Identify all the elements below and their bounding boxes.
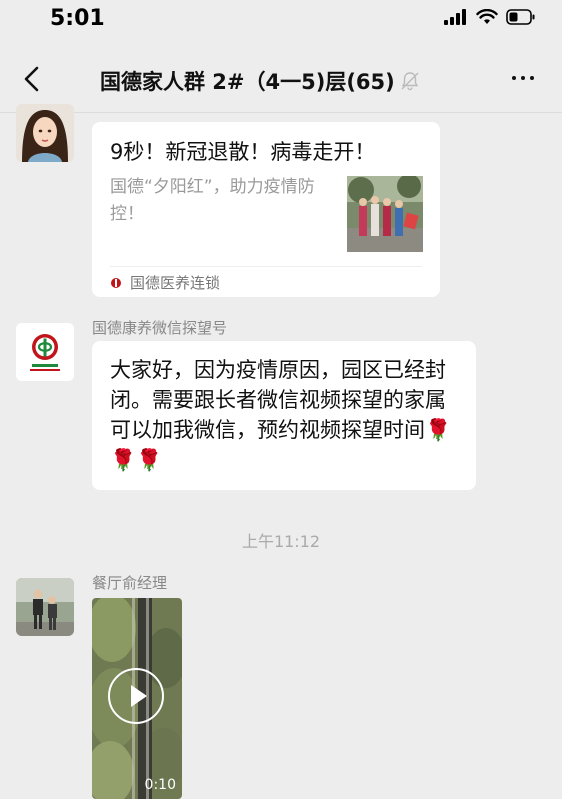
- back-arrow-icon[interactable]: [18, 64, 46, 94]
- battery-icon: [506, 9, 535, 25]
- avatar-two-people[interactable]: [16, 578, 74, 636]
- play-button[interactable]: [108, 668, 164, 724]
- more-dot-icon: [521, 76, 525, 80]
- chat-header: 国德家人群 2#（4一5)层(65): [0, 48, 562, 112]
- status-icons: [444, 9, 536, 25]
- sender-name: 餐厅俞经理: [92, 574, 168, 592]
- link-card-source: 国德医养连锁: [110, 272, 220, 293]
- link-card-description: 国德“夕阳红”，助力疫情防控！: [110, 177, 315, 224]
- wifi-icon: [476, 9, 498, 24]
- chat-title-group[interactable]: 国德家人群 2#（4一5)层(65): [100, 66, 421, 96]
- sender-name: 国德康养微信探望号: [92, 319, 228, 337]
- text-message-bubble[interactable]: 大家好，因为疫情原因，园区已经封闭。需要跟长者微信视频探望的家属可以加我微信，预…: [92, 341, 476, 490]
- more-dot-icon: [512, 76, 516, 80]
- video-duration: 0:10: [144, 777, 176, 793]
- more-options-button[interactable]: [512, 76, 534, 80]
- link-card-source-name: 国德医养连锁: [130, 274, 221, 292]
- link-card-title: 9秒！新冠退散！病毒走开！: [110, 140, 376, 164]
- header-divider: [0, 112, 562, 113]
- status-time: 5:01: [50, 6, 105, 31]
- video-message[interactable]: 0:10: [92, 598, 182, 799]
- message-text: 大家好，因为疫情原因，园区已经封闭。需要跟长者微信视频探望的家属可以加我微信，预…: [110, 358, 452, 472]
- source-logo-icon: [111, 277, 121, 288]
- signal-icon: [444, 9, 466, 25]
- link-card-thumbnail: [347, 176, 423, 252]
- mute-bell-icon: [401, 72, 419, 91]
- message-timestamp: 上午11:12: [241, 532, 321, 551]
- avatar-guode-logo[interactable]: [16, 323, 74, 381]
- status-bar: 5:01: [0, 0, 562, 44]
- more-dot-icon: [530, 76, 534, 80]
- link-card-divider: [110, 266, 422, 267]
- chat-title: 国德家人群 2#（4一5)层(65): [100, 70, 395, 94]
- link-card[interactable]: 9秒！新冠退散！病毒走开！ 国德“夕阳红”，助力疫情防控！ 国德医养连锁: [92, 122, 440, 297]
- avatar-cartoon-girl[interactable]: [16, 104, 74, 162]
